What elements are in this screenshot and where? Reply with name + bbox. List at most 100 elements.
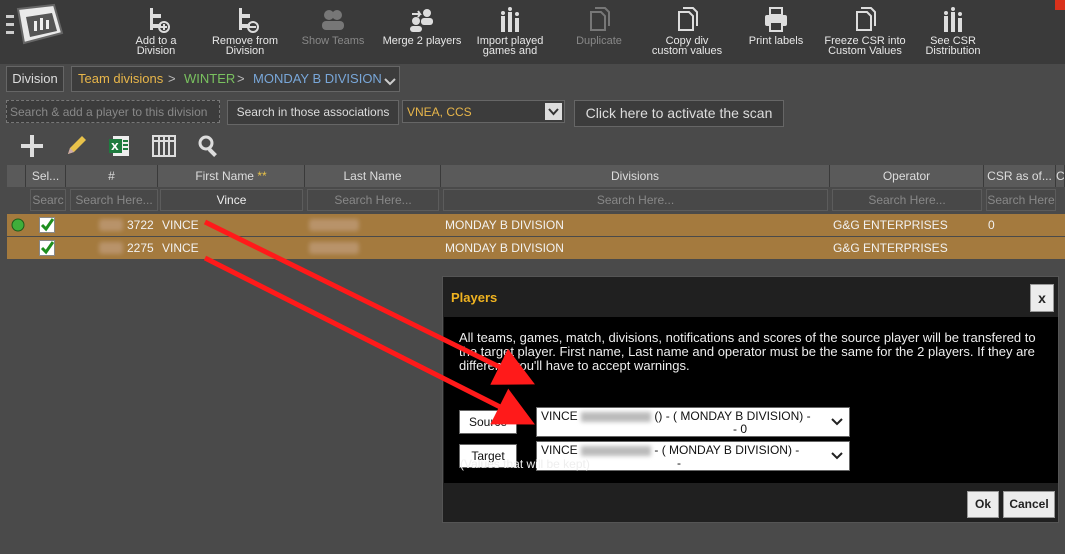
- show-teams-label: Show Teams: [301, 35, 365, 47]
- table-row[interactable]: 2275 VINCE MONDAY B DIVISION G&G ENTERPR…: [7, 237, 1065, 259]
- values-kept-note: (Values that will be kept): [460, 457, 590, 471]
- filter-last-name[interactable]: Search Here...: [307, 189, 439, 211]
- duplicate-label: Duplicate: [576, 35, 622, 47]
- teams-icon: [322, 10, 344, 30]
- breadcrumb-winter[interactable]: WINTER: [184, 67, 235, 91]
- add-to-division-button[interactable]: Add to a Division: [130, 6, 182, 57]
- division-button[interactable]: Division: [6, 66, 64, 92]
- column-header-first-name[interactable]: First Name **: [158, 165, 305, 187]
- column-header-divisions[interactable]: Divisions: [441, 165, 830, 187]
- remove-from-division-label: Remove from Division: [211, 35, 279, 57]
- freeze-csr-label: Freeze CSR into Custom Values: [824, 35, 906, 57]
- breadcrumb-separator: >: [168, 71, 176, 86]
- check-icon: [40, 218, 55, 232]
- chevron-down-icon[interactable]: [831, 450, 843, 465]
- target-player-details: - ( MONDAY B DIVISION) -: [654, 443, 800, 457]
- merge-players-dialog: Players x All teams, games, match, divis…: [442, 276, 1059, 523]
- row-first-name: VINCE: [162, 218, 199, 232]
- ok-button[interactable]: Ok: [967, 491, 999, 518]
- row-csr: 0: [988, 218, 995, 232]
- row-operator: G&G ENTERPRISES: [833, 218, 948, 232]
- pencil-icon[interactable]: [64, 134, 88, 161]
- import-played-games-button[interactable]: Import played games and: [474, 6, 546, 57]
- remove-from-division-button[interactable]: Remove from Division: [211, 6, 279, 57]
- chevron-down-icon[interactable]: [384, 72, 396, 96]
- freeze-csr-icon: [856, 7, 876, 31]
- filter-first-name[interactable]: Vince: [160, 189, 303, 211]
- app-logo-icon[interactable]: [4, 3, 68, 51]
- source-player-line2: - 0: [733, 422, 748, 436]
- column-header-select[interactable]: Sel...: [26, 165, 66, 187]
- row-division: MONDAY B DIVISION: [445, 241, 564, 255]
- breadcrumb-team-divisions[interactable]: Team divisions: [78, 67, 163, 91]
- row-checkbox[interactable]: [39, 217, 55, 233]
- breadcrumb-monday-b-division[interactable]: MONDAY B DIVISION: [253, 67, 382, 91]
- dialog-title: Players: [451, 290, 498, 305]
- dialog-close-button[interactable]: x: [1030, 284, 1054, 312]
- column-header-operator[interactable]: Operator: [830, 165, 984, 187]
- add-to-division-label: Add to a Division: [135, 35, 177, 57]
- filter-csr[interactable]: Search Here: [986, 189, 1056, 211]
- svg-text:X: X: [111, 142, 119, 153]
- add-to-division-icon: [150, 8, 170, 33]
- merge-2-players-button[interactable]: Merge 2 players: [382, 6, 462, 47]
- row-checkbox[interactable]: [39, 240, 55, 256]
- table-row[interactable]: 3722 VINCE MONDAY B DIVISION G&G ENTERPR…: [7, 214, 1065, 236]
- column-header-last-name[interactable]: Last Name: [305, 165, 441, 187]
- print-labels-button[interactable]: Print labels: [745, 6, 807, 47]
- copy-div-custom-values-label: Copy div custom values: [651, 35, 723, 57]
- column-header-number[interactable]: #: [66, 165, 158, 187]
- add-player-search-input[interactable]: Search & add a player to this division: [6, 100, 220, 123]
- search-associations-label: Search in those associations: [227, 100, 399, 125]
- plus-icon[interactable]: [20, 134, 44, 161]
- grid-actions-row: X: [0, 132, 1065, 162]
- show-teams-button[interactable]: Show Teams: [301, 6, 365, 47]
- row-first-name: VINCE: [162, 241, 199, 255]
- filter-operator[interactable]: Search Here...: [832, 189, 982, 211]
- copy-icon: [678, 7, 698, 31]
- see-csr-distribution-button[interactable]: See CSR Distribution: [922, 6, 984, 57]
- row-number: 3722: [127, 218, 154, 232]
- search-icon[interactable]: [197, 134, 221, 161]
- columns-icon[interactable]: [152, 134, 176, 161]
- window-close-icon[interactable]: [1055, 0, 1065, 10]
- associations-select[interactable]: VNEA, CCS: [402, 100, 565, 123]
- breadcrumb: Team divisions > WINTER > MONDAY B DIVIS…: [71, 66, 400, 92]
- copy-div-custom-values-button[interactable]: Copy div custom values: [650, 6, 724, 57]
- column-header-indicator: [7, 165, 26, 187]
- activate-scan-button[interactable]: Click here to activate the scan: [574, 100, 784, 127]
- cancel-button[interactable]: Cancel: [1003, 491, 1055, 518]
- check-icon: [40, 241, 55, 255]
- filter-number[interactable]: Search Here...: [70, 189, 158, 211]
- duplicate-button[interactable]: Duplicate: [572, 6, 626, 47]
- redacted-text: [581, 445, 652, 456]
- column-header-c[interactable]: C: [1056, 165, 1065, 187]
- filter-select[interactable]: Searc: [30, 189, 66, 211]
- filter-divisions[interactable]: Search Here...: [443, 189, 828, 211]
- chevron-down-icon[interactable]: [545, 103, 562, 120]
- dialog-body: All teams, games, match, divisions, noti…: [444, 317, 1058, 483]
- freeze-csr-button[interactable]: Freeze CSR into Custom Values: [824, 6, 906, 57]
- row-division: MONDAY B DIVISION: [445, 218, 564, 232]
- redacted-text: [581, 411, 652, 422]
- source-player-select[interactable]: VINCE () - ( MONDAY B DIVISION) - - 0: [536, 407, 850, 437]
- redacted-text: [99, 242, 123, 254]
- target-player-name: VINCE: [541, 443, 578, 457]
- see-csr-distribution-label: See CSR Distribution: [925, 35, 981, 57]
- import-played-games-label: Import played games and: [476, 35, 544, 57]
- source-player-name: VINCE: [541, 409, 578, 423]
- row-operator: G&G ENTERPRISES: [833, 241, 948, 255]
- duplicate-icon: [590, 7, 610, 31]
- breadcrumb-separator: >: [237, 71, 245, 86]
- associations-select-value: VNEA, CCS: [407, 105, 472, 119]
- row-number: 2275: [127, 241, 154, 255]
- search-row: Search & add a player to this division S…: [0, 100, 1065, 127]
- remove-from-division-icon: [239, 8, 259, 33]
- excel-icon[interactable]: X: [107, 134, 131, 161]
- chevron-down-icon[interactable]: [831, 416, 843, 431]
- column-header-csr[interactable]: CSR as of...: [984, 165, 1056, 187]
- merge-2-players-label: Merge 2 players: [382, 35, 462, 47]
- redacted-last-name: [309, 219, 359, 231]
- sort-indicator: **: [257, 169, 267, 183]
- source-player-details: () - ( MONDAY B DIVISION) -: [654, 409, 811, 423]
